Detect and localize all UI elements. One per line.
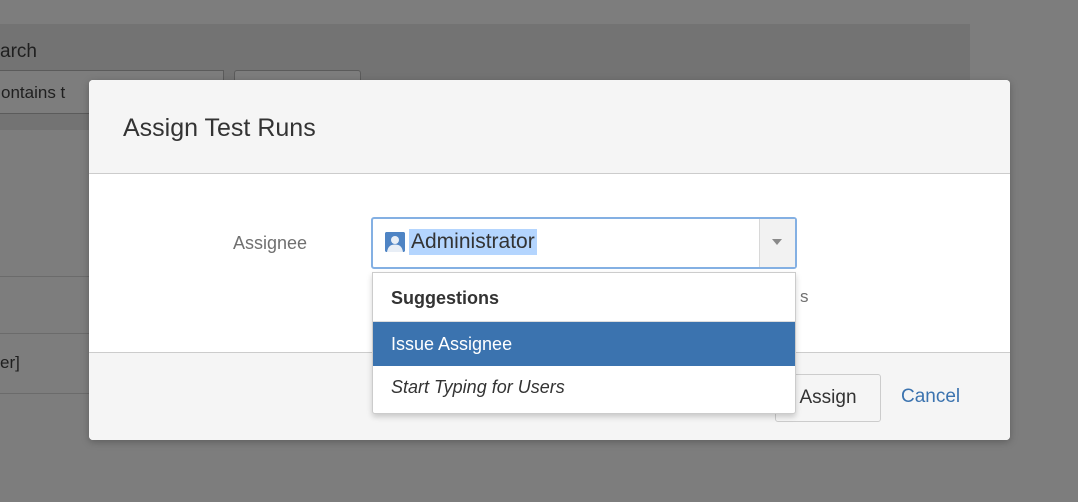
suggestion-issue-assignee[interactable]: Issue Assignee [373,322,795,366]
suggestions-heading: Suggestions [391,288,500,308]
background-divider [0,333,90,334]
suggestion-start-typing[interactable]: Start Typing for Users [373,366,795,410]
user-avatar-icon [385,232,405,252]
background-divider [0,393,90,394]
assign-test-runs-dialog: Assign Test Runs Assignee s Assign Cance… [89,80,1010,440]
assignee-suggestions-dropdown: Suggestions Issue Assignee Start Typing … [372,272,796,414]
dropdown-toggle[interactable] [759,219,795,267]
assignee-label: Assignee [233,233,308,253]
chevron-down-icon [772,239,782,245]
background-row-text: er] [0,353,20,372]
cancel-link[interactable]: Cancel [901,386,960,408]
field-hint-text: s [800,287,809,306]
dialog-header: Assign Test Runs [89,80,1010,174]
assignee-select[interactable]: Administrator [371,217,797,269]
background-divider [0,276,90,277]
assignee-select-value[interactable]: Administrator [409,229,537,255]
dialog-title: Assign Test Runs [123,114,316,142]
background-search-title: arch [0,41,37,62]
